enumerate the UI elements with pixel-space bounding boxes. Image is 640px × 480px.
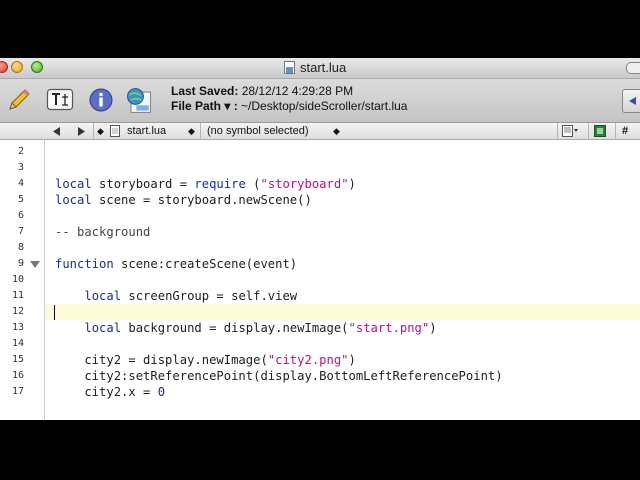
line-number: 10 <box>11 274 24 285</box>
text-options-button[interactable] <box>45 85 75 115</box>
document-icon <box>284 61 295 74</box>
site-preview-button[interactable] <box>124 85 154 115</box>
last-saved-value: 28/12/12 4:29:28 PM <box>241 84 354 98</box>
code-line[interactable]: city2:setReferencePoint(display.BottomLe… <box>55 368 502 384</box>
text-caret <box>54 305 55 320</box>
code-line[interactable]: local background = display.newImage("sta… <box>55 320 436 336</box>
symbol-menu[interactable]: (no symbol selected) <box>207 123 309 139</box>
code-line[interactable]: function scene:createScene(event) <box>55 256 297 272</box>
drawer-toggle-button[interactable] <box>622 89 640 113</box>
line-number: 14 <box>11 338 24 349</box>
line-number: 6 <box>17 210 24 221</box>
line-number: 16 <box>11 370 24 381</box>
bookmark-menu-button[interactable] <box>562 123 580 139</box>
line-number: 7 <box>17 226 24 237</box>
line-number-gutter: 2 3 4 5 6 7 8 9 10 11 12 13 14 15 16 17 <box>0 140 45 420</box>
text-options-icon <box>46 88 74 111</box>
pencil-button[interactable] <box>4 85 34 115</box>
globe-document-icon <box>127 88 151 113</box>
line-number: 15 <box>11 354 24 365</box>
last-saved-label: Last Saved: <box>171 84 239 98</box>
code-line[interactable]: local scene = storyboard.newScene() <box>55 192 312 208</box>
info-button[interactable] <box>86 85 116 115</box>
minimize-window-button[interactable] <box>11 61 23 73</box>
code-line[interactable]: city2.x = 0 <box>55 384 165 400</box>
line-number: 4 <box>17 178 24 189</box>
navigation-bar: ◆ start.lua ◆ (no symbol selected) ◆ # <box>0 123 640 140</box>
toolbar-toggle-button[interactable] <box>626 62 640 74</box>
line-number: 9 <box>17 258 24 269</box>
forward-arrow-icon <box>78 126 85 136</box>
code-line[interactable]: -- background <box>55 224 150 240</box>
line-number: 2 <box>17 146 24 157</box>
code-line[interactable]: local screenGroup = self.view <box>55 288 297 304</box>
code-line[interactable]: local storyboard = require ("storyboard"… <box>55 176 356 192</box>
file-doc-icon <box>110 123 120 139</box>
line-number: 8 <box>17 242 24 253</box>
file-menu-arrows-icon: ◆ <box>188 125 195 136</box>
back-button[interactable] <box>53 123 61 139</box>
back-arrow-icon <box>53 126 60 136</box>
code-line[interactable]: city2 = display.newImage("city2.png") <box>55 352 356 368</box>
close-window-button[interactable] <box>0 61 8 73</box>
current-line-highlight <box>45 304 640 320</box>
file-info: Last Saved: 28/12/12 4:29:28 PM File Pat… <box>171 84 407 114</box>
symbol-menu-arrows-icon: ◆ <box>333 125 340 136</box>
toolbar: Last Saved: 28/12/12 4:29:28 PM File Pat… <box>0 79 640 123</box>
code-editor[interactable]: local storyboard = require ("storyboard"… <box>45 140 640 420</box>
bookmark-icon <box>562 125 578 137</box>
file-path-value: ~/Desktop/sideScroller/start.lua <box>241 99 408 113</box>
line-number: 11 <box>11 290 24 301</box>
window-title: start.lua <box>284 60 346 75</box>
hash-menu-button[interactable]: # <box>622 123 628 139</box>
file-path-label[interactable]: File Path ▾ : <box>171 99 238 113</box>
updown-arrows-icon: ◆ <box>97 125 104 136</box>
arrow-left-icon <box>629 97 636 105</box>
forward-button[interactable] <box>78 123 86 139</box>
counterpart-icon <box>594 125 606 137</box>
zoom-window-button[interactable] <box>31 61 43 73</box>
pencil-icon <box>9 89 30 110</box>
line-number: 13 <box>11 322 24 333</box>
title-bar[interactable]: start.lua <box>0 58 640 79</box>
file-menu[interactable]: start.lua <box>127 123 166 139</box>
editor-window: start.lua Last Saved: 28/12/12 4:29:28 P… <box>0 58 640 420</box>
window-title-text: start.lua <box>300 60 347 75</box>
fold-triangle-icon[interactable] <box>30 261 40 268</box>
line-number: 12 <box>11 306 24 317</box>
line-number: 5 <box>17 194 24 205</box>
counterpart-button[interactable] <box>594 123 606 139</box>
line-number: 3 <box>17 162 24 173</box>
info-icon <box>89 88 113 112</box>
line-number: 17 <box>11 386 24 397</box>
